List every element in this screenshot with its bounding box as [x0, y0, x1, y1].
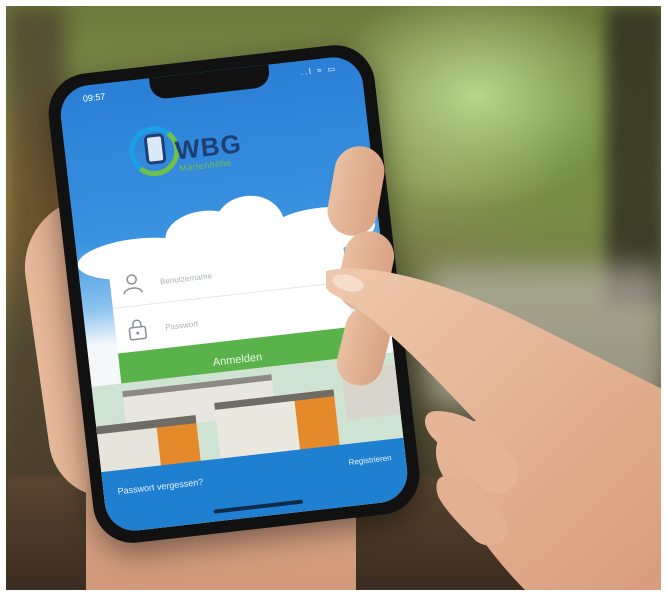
lock-icon — [128, 319, 147, 341]
phone-notch — [149, 64, 271, 101]
logo-phone-icon — [143, 132, 167, 166]
photo-background: 09:57 ..l ≈ ▭ WBG Marienhöhe Benutzernam… — [6, 6, 661, 590]
forgot-password-link[interactable]: Passwort vergessen? — [117, 477, 204, 497]
status-icons: ..l ≈ ▭ — [300, 63, 338, 77]
user-icon — [123, 274, 143, 295]
username-input[interactable] — [156, 250, 333, 293]
status-time: 09:57 — [82, 91, 106, 104]
home-indicator — [213, 499, 304, 514]
pointing-hand — [326, 268, 661, 590]
app-logo: WBG Marienhöhe — [122, 106, 318, 187]
